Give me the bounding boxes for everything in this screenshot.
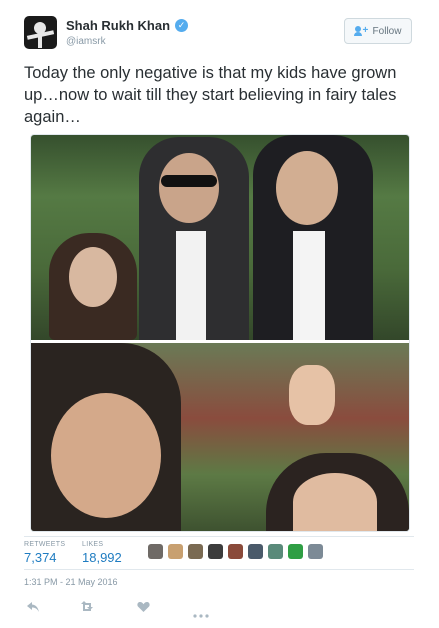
liker-avatar[interactable] [288,544,303,559]
liker-avatar[interactable] [188,544,203,559]
avatar[interactable] [24,16,57,49]
liker-avatar[interactable] [168,544,183,559]
reply-icon[interactable] [26,600,40,616]
liker-avatar[interactable] [308,544,323,559]
liker-avatar[interactable] [228,544,243,559]
follow-button-label: Follow [372,25,402,37]
tweet-timestamp[interactable]: 1:31 PM - 21 May 2016 [24,577,118,587]
divider [24,569,414,570]
user-name[interactable]: Shah Rukh Khan [66,18,170,33]
verified-badge-icon: ✓ [175,19,188,32]
retweets-count[interactable]: 7,374 [24,550,57,565]
likes-label: LIKES [82,541,104,548]
heart-icon[interactable] [137,600,150,616]
photo-bottom[interactable] [31,343,409,531]
divider [24,536,414,537]
user-handle[interactable]: @iamsrk [66,36,106,47]
retweets-label: RETWEETS [24,541,66,548]
likes-count[interactable]: 18,992 [82,550,122,565]
liker-avatar[interactable] [148,544,163,559]
tweet-media[interactable] [30,134,410,532]
more-icon[interactable] [193,605,209,621]
liker-avatar[interactable] [208,544,223,559]
follow-person-icon: + [353,26,369,36]
avatar-figure-body [38,36,42,48]
retweet-icon[interactable] [80,600,96,616]
photo-top[interactable] [31,135,409,340]
liker-avatar[interactable] [268,544,283,559]
follow-button[interactable]: + Follow [344,18,412,44]
liker-avatar[interactable] [248,544,263,559]
tweet-text: Today the only negative is that my kids … [24,64,397,126]
